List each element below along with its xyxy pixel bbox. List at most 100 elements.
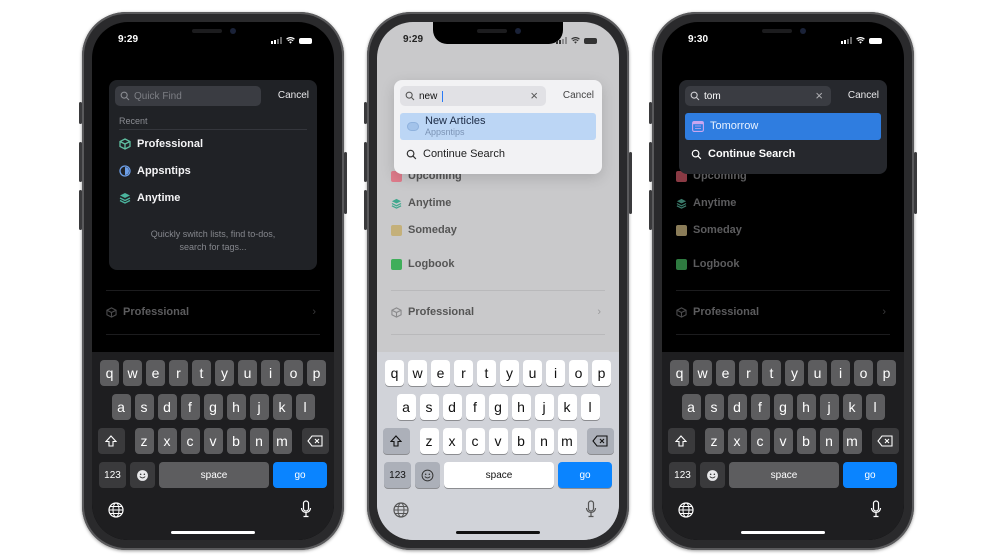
key-b[interactable]: b — [796, 428, 816, 454]
cancel-button[interactable]: Cancel — [848, 90, 879, 101]
cancel-button[interactable]: Cancel — [278, 90, 309, 101]
key-z[interactable]: z — [134, 428, 154, 454]
key-d[interactable]: d — [727, 394, 747, 420]
key-w[interactable]: w — [693, 360, 712, 386]
key-x[interactable]: x — [727, 428, 747, 454]
key-n[interactable]: n — [249, 428, 269, 454]
key-b[interactable]: b — [511, 428, 531, 454]
search-input[interactable]: new × — [400, 86, 546, 106]
list-item-someday[interactable]: Someday — [391, 224, 457, 236]
numbers-key[interactable]: 123 — [384, 462, 411, 488]
key-p[interactable]: p — [592, 360, 611, 386]
list-item-professional[interactable]: Professional — [676, 306, 759, 318]
key-p[interactable]: p — [307, 360, 326, 386]
key-c[interactable]: c — [465, 428, 485, 454]
key-u[interactable]: u — [523, 360, 542, 386]
key-o[interactable]: o — [284, 360, 303, 386]
key-e[interactable]: e — [431, 360, 450, 386]
globe-icon[interactable] — [678, 502, 694, 518]
numbers-key[interactable]: 123 — [669, 462, 696, 488]
key-z[interactable]: z — [704, 428, 724, 454]
list-item-logbook[interactable]: Logbook — [391, 258, 454, 270]
emoji-key[interactable] — [415, 462, 440, 488]
shift-key[interactable] — [382, 428, 410, 454]
delete-key[interactable] — [871, 428, 899, 454]
key-g[interactable]: g — [203, 394, 223, 420]
key-p[interactable]: p — [877, 360, 896, 386]
key-s[interactable]: s — [134, 394, 154, 420]
key-m[interactable]: m — [272, 428, 292, 454]
key-m[interactable]: m — [557, 428, 577, 454]
list-item-anytime[interactable]: Anytime — [676, 197, 736, 209]
key-c[interactable]: c — [750, 428, 770, 454]
key-a[interactable]: a — [396, 394, 416, 420]
key-r[interactable]: r — [454, 360, 473, 386]
key-r[interactable]: r — [739, 360, 758, 386]
delete-key[interactable] — [586, 428, 614, 454]
go-key[interactable]: go — [558, 462, 612, 488]
clear-search-icon[interactable]: × — [530, 89, 538, 103]
space-key[interactable]: space — [729, 462, 839, 488]
cancel-button[interactable]: Cancel — [563, 90, 594, 101]
space-key[interactable]: space — [444, 462, 554, 488]
key-v[interactable]: v — [488, 428, 508, 454]
key-j[interactable]: j — [249, 394, 269, 420]
continue-search-button[interactable]: Continue Search — [691, 148, 795, 160]
key-o[interactable]: o — [569, 360, 588, 386]
key-q[interactable]: q — [385, 360, 404, 386]
key-j[interactable]: j — [534, 394, 554, 420]
key-e[interactable]: e — [716, 360, 735, 386]
key-y[interactable]: y — [785, 360, 804, 386]
key-i[interactable]: i — [546, 360, 565, 386]
key-t[interactable]: t — [477, 360, 496, 386]
key-f[interactable]: f — [465, 394, 485, 420]
key-v[interactable]: v — [773, 428, 793, 454]
list-item-professional[interactable]: Professional — [106, 306, 189, 318]
list-item-anytime[interactable]: Anytime — [391, 197, 451, 209]
globe-icon[interactable] — [393, 502, 409, 518]
key-q[interactable]: q — [670, 360, 689, 386]
key-m[interactable]: m — [842, 428, 862, 454]
shift-key[interactable] — [667, 428, 695, 454]
list-item-professional[interactable]: Professional — [391, 306, 474, 318]
delete-key[interactable] — [301, 428, 329, 454]
key-j[interactable]: j — [819, 394, 839, 420]
key-u[interactable]: u — [238, 360, 257, 386]
recent-item-professional[interactable]: Professional — [119, 138, 203, 150]
key-x[interactable]: x — [442, 428, 462, 454]
key-g[interactable]: g — [773, 394, 793, 420]
key-z[interactable]: z — [419, 428, 439, 454]
key-l[interactable]: l — [295, 394, 315, 420]
microphone-icon[interactable] — [585, 500, 597, 518]
key-k[interactable]: k — [842, 394, 862, 420]
space-key[interactable]: space — [159, 462, 269, 488]
go-key[interactable]: go — [273, 462, 327, 488]
recent-item-appsntips[interactable]: Appsntips — [119, 165, 191, 177]
go-key[interactable]: go — [843, 462, 897, 488]
emoji-key[interactable] — [130, 462, 155, 488]
key-a[interactable]: a — [681, 394, 701, 420]
key-k[interactable]: k — [557, 394, 577, 420]
key-h[interactable]: h — [511, 394, 531, 420]
key-h[interactable]: h — [226, 394, 246, 420]
key-t[interactable]: t — [192, 360, 211, 386]
key-g[interactable]: g — [488, 394, 508, 420]
key-w[interactable]: w — [123, 360, 142, 386]
quick-find-input[interactable]: Quick Find — [115, 86, 261, 106]
key-e[interactable]: e — [146, 360, 165, 386]
shift-key[interactable] — [97, 428, 125, 454]
key-i[interactable]: i — [831, 360, 850, 386]
key-l[interactable]: l — [580, 394, 600, 420]
key-n[interactable]: n — [819, 428, 839, 454]
key-v[interactable]: v — [203, 428, 223, 454]
clear-search-icon[interactable]: × — [815, 89, 823, 103]
key-y[interactable]: y — [215, 360, 234, 386]
microphone-icon[interactable] — [300, 500, 312, 518]
search-result-tomorrow[interactable]: Tomorrow — [685, 113, 881, 140]
emoji-key[interactable] — [700, 462, 725, 488]
key-w[interactable]: w — [408, 360, 427, 386]
key-a[interactable]: a — [111, 394, 131, 420]
list-item-logbook[interactable]: Logbook — [676, 258, 739, 270]
numbers-key[interactable]: 123 — [99, 462, 126, 488]
search-result-new-articles[interactable]: New Articles Appsntips — [400, 113, 596, 140]
